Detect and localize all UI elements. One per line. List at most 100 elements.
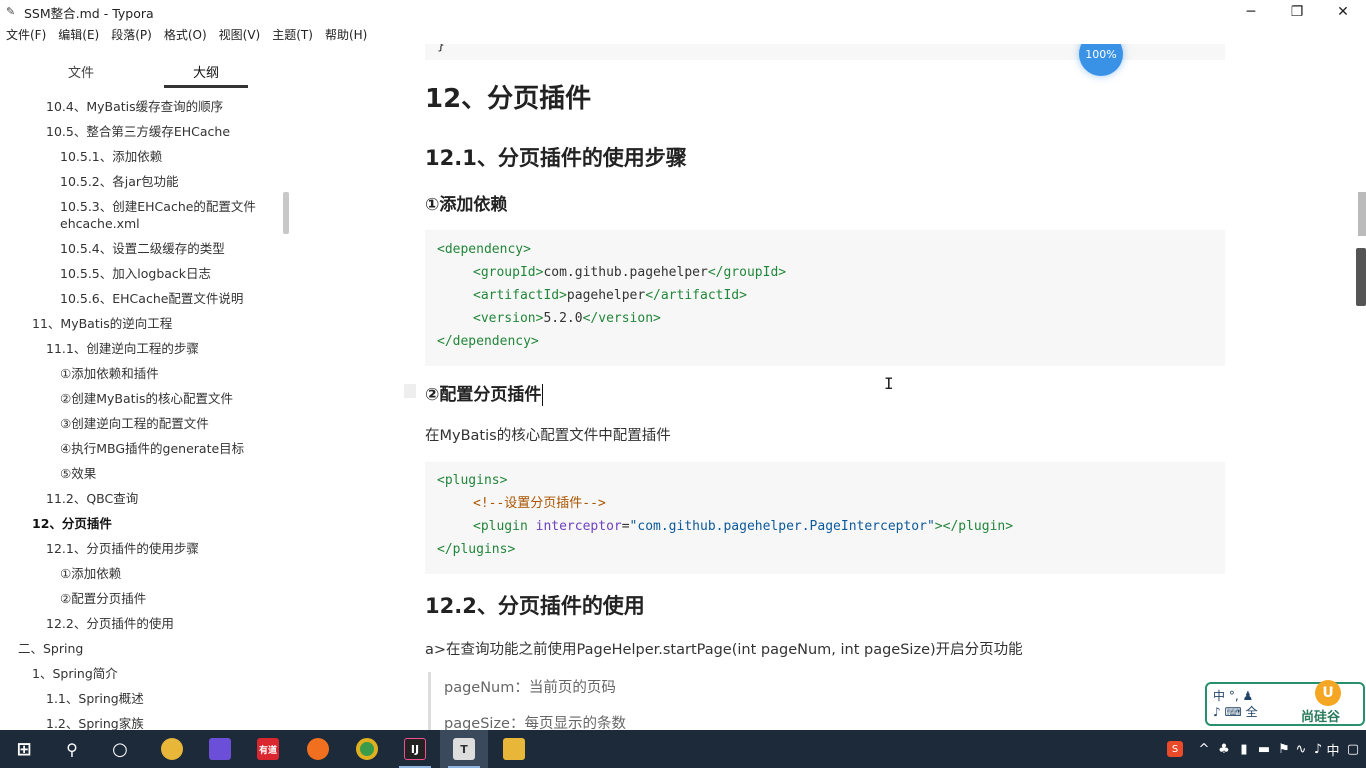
cortana-button[interactable]: ○ (96, 730, 144, 768)
notification-icon[interactable]: ▢ (1342, 730, 1364, 768)
code-line: <artifactId>pagehelper</artifactId> (473, 284, 747, 307)
paragraph: a>在查询功能之前使用PageHelper.startPage(int page… (425, 642, 1023, 658)
volume-icon[interactable]: ♪ (1308, 730, 1328, 768)
code-block-dependency[interactable]: <dependency> <groupId>com.github.pagehel… (425, 230, 1225, 366)
outline-item[interactable]: 11.1、创建逆向工程的步骤 (46, 340, 199, 357)
outline-item[interactable]: 12.1、分页插件的使用步骤 (46, 540, 199, 557)
search-button[interactable]: ⚲ (48, 730, 96, 768)
editor-pane[interactable]: } 100% 12、分页插件 12.1、分页插件的使用步骤 ①添加依赖 <dep… (290, 44, 1356, 730)
taskbar-app[interactable] (148, 730, 196, 768)
outline-item[interactable]: 10.5.4、设置二级缓存的类型 (60, 240, 225, 257)
code-token: ></plugin> (934, 519, 1014, 534)
code-token: = (621, 519, 630, 534)
heading-3-current[interactable]: ②配置分页插件 (425, 380, 544, 406)
code-token: <version> (473, 311, 544, 326)
code-token: 5.2.0 (543, 311, 583, 326)
code-line: </dependency> (437, 330, 539, 353)
taskbar-app[interactable] (490, 730, 538, 768)
ime-mode-icon[interactable]: 中 (1326, 730, 1340, 768)
taskbar-app[interactable] (343, 730, 391, 768)
outline-item[interactable]: 10.5.3、创建EHCache的配置文件 (60, 198, 256, 215)
editor-scrollbar[interactable] (1358, 192, 1366, 236)
blockquote-line: pageNum：当前页的页码 (444, 680, 616, 696)
code-attr: interceptor (535, 519, 622, 534)
outline-item[interactable]: ①添加依赖 (60, 565, 121, 582)
sogou-icon: S (1167, 741, 1183, 757)
ime-status[interactable]: 中 °, ♟ ♪ ⌨ 全 (1213, 688, 1258, 720)
minimize-button[interactable]: ─ (1228, 0, 1274, 24)
outline-item[interactable]: 11.2、QBC查询 (46, 490, 138, 507)
side-panel-tab[interactable] (1356, 248, 1366, 306)
taskbar-app[interactable] (294, 730, 342, 768)
tab-files[interactable]: 文件 (68, 62, 94, 81)
menu-edit[interactable]: 编辑(E) (58, 26, 99, 43)
menu-file[interactable]: 文件(F) (6, 26, 46, 43)
heading-3: ①添加依赖 (425, 195, 508, 215)
taskbar-app[interactable]: IJ (391, 730, 439, 768)
circle-icon: ○ (112, 738, 128, 760)
outline-item[interactable]: 10.5.1、添加依赖 (60, 148, 162, 165)
outline-item-active[interactable]: 12、分页插件 (32, 515, 112, 532)
taskbar-app[interactable]: 有道 (244, 730, 292, 768)
start-button[interactable]: ⊞ (0, 730, 48, 768)
outline-item[interactable]: ②配置分页插件 (60, 590, 146, 607)
code-line: } (437, 44, 445, 53)
menu-paragraph[interactable]: 段落(P) (111, 26, 152, 43)
outline-item[interactable]: 10.5.2、各jar包功能 (60, 173, 179, 190)
code-block-plugins[interactable]: <plugins> <!--设置分页插件--> <plugin intercep… (425, 462, 1225, 574)
block-drag-handle[interactable] (404, 384, 416, 398)
taskbar-app-active[interactable]: T (440, 730, 488, 768)
outline-item[interactable]: 1.1、Spring概述 (46, 690, 144, 707)
zoom-indicator: 100% (1079, 44, 1123, 76)
code-token: com.github.pagehelper (543, 265, 708, 280)
tray-icon[interactable]: ♣ (1214, 730, 1234, 768)
menu-format[interactable]: 格式(O) (164, 26, 207, 43)
menu-help[interactable]: 帮助(H) (325, 26, 367, 43)
close-button[interactable]: ✕ (1320, 0, 1366, 24)
outline-item[interactable]: ③创建逆向工程的配置文件 (60, 415, 209, 432)
tray-icon[interactable]: ▮ (1234, 730, 1254, 768)
code-line: <plugin interceptor="com.github.pagehelp… (473, 515, 1013, 538)
outline-item[interactable]: ②创建MyBatis的核心配置文件 (60, 390, 233, 407)
outline-item[interactable]: 11、MyBatis的逆向工程 (32, 315, 172, 332)
code-line: <plugins> (437, 469, 507, 492)
menu-view[interactable]: 视图(V) (219, 26, 261, 43)
tray-icon[interactable]: ⚑ (1274, 730, 1294, 768)
windows-icon: ⊞ (16, 738, 32, 760)
intellij-icon: IJ (404, 738, 426, 760)
outline-item[interactable]: 10.5.6、EHCache配置文件说明 (60, 290, 243, 307)
outline-item[interactable]: 10.5、整合第三方缓存EHCache (46, 123, 230, 140)
code-comment: <!--设置分页插件--> (473, 496, 606, 511)
ime-line: ♪ ⌨ 全 (1213, 705, 1258, 719)
menu-theme[interactable]: 主题(T) (272, 26, 313, 43)
outline-item[interactable]: ①添加依赖和插件 (60, 365, 159, 382)
taskbar-app[interactable] (196, 730, 244, 768)
outline-item[interactable]: 二、Spring (18, 640, 83, 657)
sidebar-scrollbar[interactable] (283, 192, 289, 234)
title-bar: ✎ SSM整合.md - Typora ─ ❐ ✕ (0, 0, 1366, 24)
sidebar: 文件 大纲 10.4、MyBatis缓存查询的顺序 10.5、整合第三方缓存EH… (0, 44, 326, 734)
outline-item[interactable]: ④执行MBG插件的generate目标 (60, 440, 244, 457)
restore-button[interactable]: ❐ (1274, 0, 1320, 24)
brand-name: 尚硅谷 (1301, 710, 1341, 725)
code-line: <dependency> (437, 238, 531, 261)
code-line: <!--设置分页插件--> (473, 492, 606, 515)
text-cursor-icon: I (884, 374, 894, 393)
outline-item[interactable]: ⑤效果 (60, 465, 96, 482)
menu-bar: 文件(F) 编辑(E) 段落(P) 格式(O) 视图(V) 主题(T) 帮助(H… (0, 24, 379, 44)
code-token: <groupId> (473, 265, 544, 280)
outline-item[interactable]: 10.4、MyBatis缓存查询的顺序 (46, 98, 223, 115)
outline-item-continued[interactable]: ehcache.xml (60, 215, 140, 232)
battery-icon[interactable]: ▬ (1254, 730, 1274, 768)
tray-expand[interactable]: ^ (1194, 730, 1214, 768)
code-string: "com.github.pagehelper.PageInterceptor" (629, 519, 935, 534)
heading-text: ②配置分页插件 (425, 385, 542, 405)
tab-outline[interactable]: 大纲 (193, 62, 219, 81)
outline-item[interactable]: 12.2、分页插件的使用 (46, 615, 174, 632)
text-caret (542, 384, 544, 406)
outline-item[interactable]: 10.5.5、加入logback日志 (60, 265, 211, 282)
tray-sogou[interactable]: S (1164, 730, 1186, 768)
blockquote-bar (428, 672, 431, 730)
outline-item[interactable]: 1、Spring简介 (32, 665, 118, 682)
ime-toolbar[interactable]: 中 °, ♟ ♪ ⌨ 全 U 尚硅谷 (1205, 680, 1365, 726)
